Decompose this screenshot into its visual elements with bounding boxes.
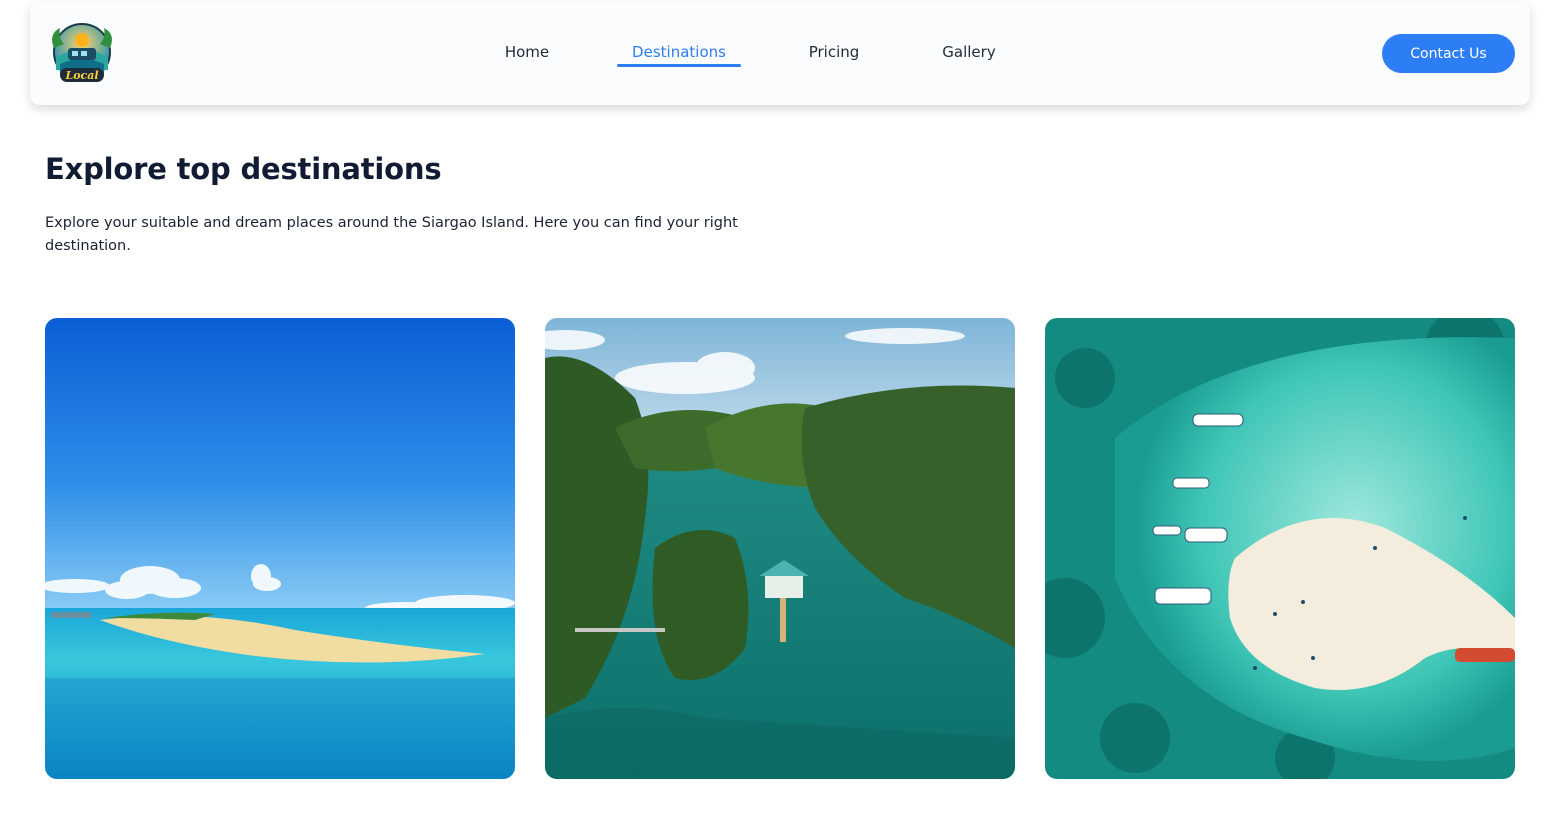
- nav-destinations-link[interactable]: Destinations: [632, 43, 726, 61]
- destination-card-3[interactable]: [1045, 318, 1515, 779]
- destination-card-2[interactable]: [545, 318, 1015, 779]
- aerial-sandbar-photo-icon: [1045, 318, 1515, 779]
- page-description: Explore your suitable and dream places a…: [45, 215, 738, 254]
- page-title: Explore top destinations: [45, 152, 442, 186]
- destination-card-1[interactable]: [45, 318, 515, 779]
- nav-gallery-link[interactable]: Gallery: [942, 43, 995, 61]
- nav-home-link[interactable]: Home: [505, 43, 549, 61]
- sandbar-island-photo-icon: [45, 318, 515, 779]
- contact-us-button[interactable]: Contact Us: [1382, 34, 1515, 73]
- main-nav: Home Destinations Pricing Gallery: [30, 2, 1530, 105]
- nav-pricing-link[interactable]: Pricing: [809, 43, 860, 61]
- active-nav-indicator: [617, 64, 741, 67]
- top-navbar: Local Home Destinations Pricing Gallery …: [30, 2, 1530, 105]
- lagoon-islands-photo-icon: [545, 318, 1015, 779]
